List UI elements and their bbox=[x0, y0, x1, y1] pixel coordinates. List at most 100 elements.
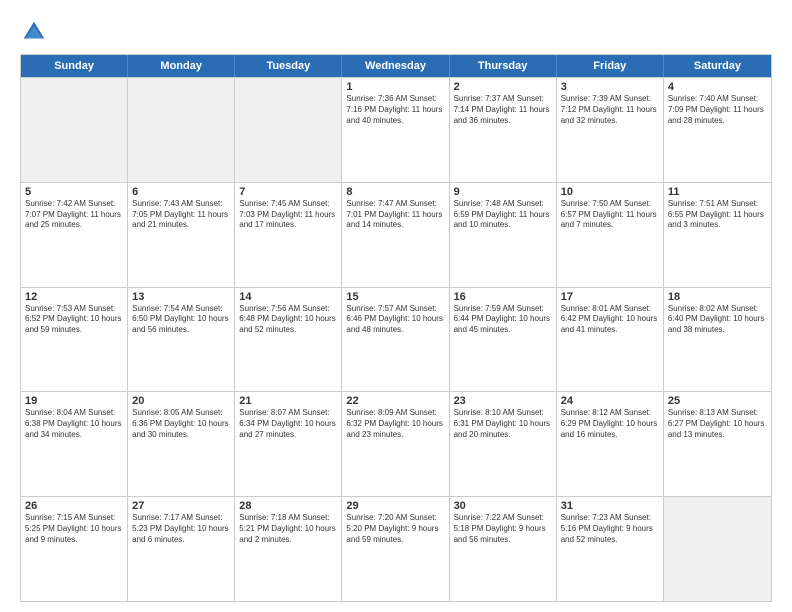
day-info: Sunrise: 8:13 AM Sunset: 6:27 PM Dayligh… bbox=[668, 408, 767, 440]
day-number: 11 bbox=[668, 186, 767, 198]
calendar-cell: 25Sunrise: 8:13 AM Sunset: 6:27 PM Dayli… bbox=[664, 392, 771, 496]
weekday-header: Tuesday bbox=[235, 55, 342, 77]
day-number: 23 bbox=[454, 395, 552, 407]
calendar: SundayMondayTuesdayWednesdayThursdayFrid… bbox=[20, 54, 772, 602]
day-number: 18 bbox=[668, 291, 767, 303]
page: SundayMondayTuesdayWednesdayThursdayFrid… bbox=[0, 0, 792, 612]
day-info: Sunrise: 7:23 AM Sunset: 5:16 PM Dayligh… bbox=[561, 513, 659, 545]
day-number: 4 bbox=[668, 81, 767, 93]
calendar-cell bbox=[128, 78, 235, 182]
calendar-cell: 5Sunrise: 7:42 AM Sunset: 7:07 PM Daylig… bbox=[21, 183, 128, 287]
logo bbox=[20, 18, 52, 46]
day-info: Sunrise: 7:40 AM Sunset: 7:09 PM Dayligh… bbox=[668, 94, 767, 126]
day-info: Sunrise: 8:09 AM Sunset: 6:32 PM Dayligh… bbox=[346, 408, 444, 440]
day-info: Sunrise: 7:54 AM Sunset: 6:50 PM Dayligh… bbox=[132, 304, 230, 336]
day-number: 25 bbox=[668, 395, 767, 407]
weekday-header: Wednesday bbox=[342, 55, 449, 77]
day-number: 31 bbox=[561, 500, 659, 512]
day-info: Sunrise: 7:47 AM Sunset: 7:01 PM Dayligh… bbox=[346, 199, 444, 231]
day-number: 28 bbox=[239, 500, 337, 512]
day-number: 21 bbox=[239, 395, 337, 407]
weekday-header: Monday bbox=[128, 55, 235, 77]
day-number: 12 bbox=[25, 291, 123, 303]
logo-icon bbox=[20, 18, 48, 46]
day-number: 16 bbox=[454, 291, 552, 303]
calendar-cell: 6Sunrise: 7:43 AM Sunset: 7:05 PM Daylig… bbox=[128, 183, 235, 287]
calendar-cell: 14Sunrise: 7:56 AM Sunset: 6:48 PM Dayli… bbox=[235, 288, 342, 392]
calendar-cell: 19Sunrise: 8:04 AM Sunset: 6:38 PM Dayli… bbox=[21, 392, 128, 496]
day-number: 5 bbox=[25, 186, 123, 198]
day-number: 1 bbox=[346, 81, 444, 93]
day-info: Sunrise: 7:39 AM Sunset: 7:12 PM Dayligh… bbox=[561, 94, 659, 126]
day-info: Sunrise: 8:05 AM Sunset: 6:36 PM Dayligh… bbox=[132, 408, 230, 440]
day-info: Sunrise: 7:56 AM Sunset: 6:48 PM Dayligh… bbox=[239, 304, 337, 336]
calendar-cell: 21Sunrise: 8:07 AM Sunset: 6:34 PM Dayli… bbox=[235, 392, 342, 496]
day-number: 9 bbox=[454, 186, 552, 198]
calendar-cell: 28Sunrise: 7:18 AM Sunset: 5:21 PM Dayli… bbox=[235, 497, 342, 601]
calendar-cell: 10Sunrise: 7:50 AM Sunset: 6:57 PM Dayli… bbox=[557, 183, 664, 287]
day-info: Sunrise: 8:02 AM Sunset: 6:40 PM Dayligh… bbox=[668, 304, 767, 336]
day-info: Sunrise: 7:57 AM Sunset: 6:46 PM Dayligh… bbox=[346, 304, 444, 336]
day-number: 2 bbox=[454, 81, 552, 93]
day-number: 14 bbox=[239, 291, 337, 303]
calendar-cell: 17Sunrise: 8:01 AM Sunset: 6:42 PM Dayli… bbox=[557, 288, 664, 392]
header bbox=[20, 18, 772, 46]
calendar-cell: 30Sunrise: 7:22 AM Sunset: 5:18 PM Dayli… bbox=[450, 497, 557, 601]
day-info: Sunrise: 7:45 AM Sunset: 7:03 PM Dayligh… bbox=[239, 199, 337, 231]
day-number: 26 bbox=[25, 500, 123, 512]
calendar-cell: 26Sunrise: 7:15 AM Sunset: 5:25 PM Dayli… bbox=[21, 497, 128, 601]
calendar-cell: 27Sunrise: 7:17 AM Sunset: 5:23 PM Dayli… bbox=[128, 497, 235, 601]
weekday-header: Thursday bbox=[450, 55, 557, 77]
day-info: Sunrise: 8:04 AM Sunset: 6:38 PM Dayligh… bbox=[25, 408, 123, 440]
day-info: Sunrise: 7:20 AM Sunset: 5:20 PM Dayligh… bbox=[346, 513, 444, 545]
calendar-cell bbox=[21, 78, 128, 182]
day-info: Sunrise: 7:42 AM Sunset: 7:07 PM Dayligh… bbox=[25, 199, 123, 231]
day-info: Sunrise: 7:36 AM Sunset: 7:16 PM Dayligh… bbox=[346, 94, 444, 126]
day-info: Sunrise: 8:01 AM Sunset: 6:42 PM Dayligh… bbox=[561, 304, 659, 336]
calendar-week: 12Sunrise: 7:53 AM Sunset: 6:52 PM Dayli… bbox=[21, 287, 771, 392]
day-info: Sunrise: 8:07 AM Sunset: 6:34 PM Dayligh… bbox=[239, 408, 337, 440]
calendar-cell: 4Sunrise: 7:40 AM Sunset: 7:09 PM Daylig… bbox=[664, 78, 771, 182]
calendar-week: 26Sunrise: 7:15 AM Sunset: 5:25 PM Dayli… bbox=[21, 496, 771, 601]
calendar-cell: 1Sunrise: 7:36 AM Sunset: 7:16 PM Daylig… bbox=[342, 78, 449, 182]
day-info: Sunrise: 7:17 AM Sunset: 5:23 PM Dayligh… bbox=[132, 513, 230, 545]
weekday-header: Saturday bbox=[664, 55, 771, 77]
day-number: 17 bbox=[561, 291, 659, 303]
calendar-cell: 13Sunrise: 7:54 AM Sunset: 6:50 PM Dayli… bbox=[128, 288, 235, 392]
day-number: 8 bbox=[346, 186, 444, 198]
day-number: 20 bbox=[132, 395, 230, 407]
day-number: 29 bbox=[346, 500, 444, 512]
calendar-cell: 8Sunrise: 7:47 AM Sunset: 7:01 PM Daylig… bbox=[342, 183, 449, 287]
calendar-cell: 18Sunrise: 8:02 AM Sunset: 6:40 PM Dayli… bbox=[664, 288, 771, 392]
day-info: Sunrise: 7:18 AM Sunset: 5:21 PM Dayligh… bbox=[239, 513, 337, 545]
calendar-week: 1Sunrise: 7:36 AM Sunset: 7:16 PM Daylig… bbox=[21, 77, 771, 182]
weekday-header: Friday bbox=[557, 55, 664, 77]
day-info: Sunrise: 7:15 AM Sunset: 5:25 PM Dayligh… bbox=[25, 513, 123, 545]
calendar-cell: 9Sunrise: 7:48 AM Sunset: 6:59 PM Daylig… bbox=[450, 183, 557, 287]
calendar-cell: 16Sunrise: 7:59 AM Sunset: 6:44 PM Dayli… bbox=[450, 288, 557, 392]
weekday-header: Sunday bbox=[21, 55, 128, 77]
day-number: 6 bbox=[132, 186, 230, 198]
calendar-cell: 11Sunrise: 7:51 AM Sunset: 6:55 PM Dayli… bbox=[664, 183, 771, 287]
calendar-week: 5Sunrise: 7:42 AM Sunset: 7:07 PM Daylig… bbox=[21, 182, 771, 287]
calendar-cell: 31Sunrise: 7:23 AM Sunset: 5:16 PM Dayli… bbox=[557, 497, 664, 601]
calendar-cell: 7Sunrise: 7:45 AM Sunset: 7:03 PM Daylig… bbox=[235, 183, 342, 287]
calendar-cell bbox=[235, 78, 342, 182]
day-info: Sunrise: 7:48 AM Sunset: 6:59 PM Dayligh… bbox=[454, 199, 552, 231]
calendar-body: 1Sunrise: 7:36 AM Sunset: 7:16 PM Daylig… bbox=[21, 77, 771, 601]
day-info: Sunrise: 7:59 AM Sunset: 6:44 PM Dayligh… bbox=[454, 304, 552, 336]
day-info: Sunrise: 7:37 AM Sunset: 7:14 PM Dayligh… bbox=[454, 94, 552, 126]
day-info: Sunrise: 8:12 AM Sunset: 6:29 PM Dayligh… bbox=[561, 408, 659, 440]
day-number: 7 bbox=[239, 186, 337, 198]
calendar-cell: 22Sunrise: 8:09 AM Sunset: 6:32 PM Dayli… bbox=[342, 392, 449, 496]
day-info: Sunrise: 7:51 AM Sunset: 6:55 PM Dayligh… bbox=[668, 199, 767, 231]
day-number: 3 bbox=[561, 81, 659, 93]
day-number: 30 bbox=[454, 500, 552, 512]
day-number: 22 bbox=[346, 395, 444, 407]
calendar-cell: 3Sunrise: 7:39 AM Sunset: 7:12 PM Daylig… bbox=[557, 78, 664, 182]
day-info: Sunrise: 7:53 AM Sunset: 6:52 PM Dayligh… bbox=[25, 304, 123, 336]
calendar-cell: 2Sunrise: 7:37 AM Sunset: 7:14 PM Daylig… bbox=[450, 78, 557, 182]
day-number: 27 bbox=[132, 500, 230, 512]
calendar-cell: 23Sunrise: 8:10 AM Sunset: 6:31 PM Dayli… bbox=[450, 392, 557, 496]
day-number: 13 bbox=[132, 291, 230, 303]
